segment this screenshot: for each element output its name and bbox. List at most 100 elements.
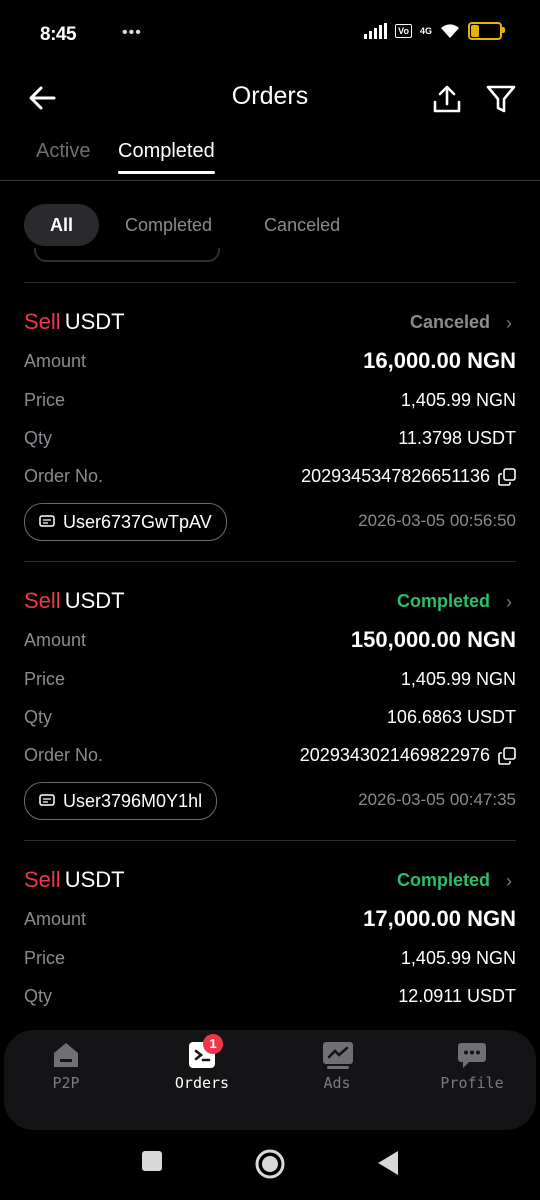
back-arrow-icon bbox=[29, 86, 56, 110]
counterparty-chat-button[interactable]: User6737GwTpAV bbox=[24, 503, 227, 541]
order-card[interactable]: Sell USDT Completed › Amount 17,000.00 NG… bbox=[24, 840, 516, 1028]
battery-level: 26 bbox=[479, 25, 491, 37]
price-label: Price bbox=[24, 669, 66, 689]
status-time: 8:45 bbox=[40, 24, 77, 45]
order-side: Sell bbox=[24, 588, 61, 613]
amount-label: Amount bbox=[24, 630, 87, 650]
system-navigation-bar bbox=[0, 1130, 540, 1200]
message-icon bbox=[39, 794, 55, 806]
order-no-value: 2029345347826651136 bbox=[301, 466, 490, 486]
copy-icon[interactable] bbox=[498, 746, 516, 765]
recents-button[interactable] bbox=[141, 1150, 163, 1177]
price-row: Price 1,405.99 NGN bbox=[24, 948, 516, 974]
price-label: Price bbox=[24, 948, 66, 968]
amount-row: Amount 16,000.00 NGN bbox=[24, 348, 516, 377]
status-filter: All Completed Canceled bbox=[24, 204, 340, 246]
qty-value: 12.0911 USDT bbox=[398, 986, 516, 1006]
counterparty-name: User3796M0Y1hl bbox=[63, 790, 203, 811]
price-value: 1,405.99 NGN bbox=[400, 948, 516, 968]
notification-dots: ••• bbox=[122, 24, 142, 41]
previous-card-edge bbox=[34, 248, 220, 262]
order-tabs: Active Completed bbox=[0, 130, 540, 181]
amount-label: Amount bbox=[24, 351, 87, 371]
wifi-icon bbox=[441, 24, 459, 38]
signal-icon bbox=[364, 23, 388, 39]
filter-all[interactable]: All bbox=[24, 204, 100, 246]
order-card[interactable]: Sell USDT Canceled › Amount 16,000.00 NGN… bbox=[24, 282, 516, 561]
order-header: Sell USDT Canceled › bbox=[24, 309, 516, 339]
nav-profile[interactable]: Profile bbox=[412, 1040, 532, 1092]
order-asset: USDT bbox=[64, 867, 125, 892]
nav-profile-label: Profile bbox=[440, 1074, 504, 1092]
amount-value: 150,000.00 NGN bbox=[350, 627, 516, 652]
amount-value: 16,000.00 NGN bbox=[363, 348, 516, 373]
home-icon bbox=[51, 1040, 81, 1070]
triangle-back-icon bbox=[378, 1151, 398, 1175]
tab-completed-label: Completed bbox=[118, 140, 215, 162]
upload-icon bbox=[433, 85, 461, 113]
counterparty-chat-button[interactable]: User3796M0Y1hl bbox=[24, 782, 218, 820]
circle-icon bbox=[255, 1149, 285, 1179]
nav-p2p[interactable]: P2P bbox=[6, 1040, 126, 1092]
price-row: Price 1,405.99 NGN bbox=[24, 669, 516, 695]
chevron-right-icon: › bbox=[506, 871, 512, 891]
order-header: Sell USDT Completed › bbox=[24, 867, 516, 897]
order-time: 2026-03-05 00:56:50 bbox=[358, 511, 516, 530]
chat-bubble-icon bbox=[457, 1040, 487, 1070]
nav-ads[interactable]: Ads bbox=[277, 1040, 397, 1092]
order-card[interactable]: Sell USDT Completed › Amount 150,000.00 N… bbox=[24, 561, 516, 840]
orders-list[interactable]: Sell USDT Canceled › Amount 16,000.00 NGN… bbox=[24, 282, 516, 1028]
status-bar: 8:45 ••• Vo 4G 26 bbox=[0, 0, 540, 66]
order-side: Sell bbox=[24, 309, 61, 334]
tab-underline bbox=[118, 171, 215, 174]
filter-icon bbox=[486, 85, 516, 113]
back-button[interactable] bbox=[26, 82, 58, 114]
orders-icon: 1 bbox=[187, 1034, 223, 1070]
message-icon bbox=[39, 515, 55, 527]
volte-icon: Vo bbox=[395, 24, 412, 38]
qty-value: 11.3798 USDT bbox=[398, 428, 516, 448]
filter-canceled[interactable]: Canceled bbox=[264, 215, 340, 236]
filter-completed[interactable]: Completed bbox=[125, 215, 212, 236]
copy-icon[interactable] bbox=[498, 467, 516, 486]
order-status: Canceled bbox=[409, 312, 490, 332]
filter-button[interactable] bbox=[484, 82, 518, 116]
order-status: Completed bbox=[396, 870, 490, 890]
price-value: 1,405.99 NGN bbox=[400, 390, 516, 410]
qty-row: Qty 11.3798 USDT bbox=[24, 428, 516, 454]
order-no-row: Order No. 2029345347826651136 bbox=[24, 466, 516, 492]
system-back-button[interactable] bbox=[376, 1149, 400, 1182]
nav-p2p-label: P2P bbox=[52, 1074, 80, 1092]
battery-icon: 26 bbox=[468, 22, 505, 40]
order-no: 2029343021469822976 bbox=[300, 745, 516, 766]
nav-orders[interactable]: 1 Orders bbox=[142, 1034, 262, 1092]
ads-chart-icon bbox=[322, 1040, 353, 1070]
order-no-label: Order No. bbox=[24, 745, 104, 765]
qty-row: Qty 12.0911 USDT bbox=[24, 986, 516, 1012]
home-button[interactable] bbox=[254, 1148, 286, 1185]
network-type: 4G bbox=[419, 25, 432, 36]
status-icons: Vo 4G 26 bbox=[364, 22, 505, 40]
amount-value: 17,000.00 NGN bbox=[363, 906, 516, 931]
order-status: Completed bbox=[396, 591, 490, 611]
price-value: 1,405.99 NGN bbox=[400, 669, 516, 689]
bottom-navigation: P2P 1 Orders Ads Profile bbox=[4, 1030, 536, 1130]
tab-completed[interactable]: Completed bbox=[118, 140, 215, 174]
app-header: Orders bbox=[0, 66, 540, 130]
qty-label: Qty bbox=[24, 707, 53, 727]
qty-row: Qty 106.6863 USDT bbox=[24, 707, 516, 733]
order-time: 2026-03-05 00:47:35 bbox=[358, 790, 516, 809]
order-no-label: Order No. bbox=[24, 466, 104, 486]
price-row: Price 1,405.99 NGN bbox=[24, 390, 516, 416]
amount-label: Amount bbox=[24, 909, 87, 929]
export-button[interactable] bbox=[430, 82, 464, 116]
amount-row: Amount 150,000.00 NGN bbox=[24, 627, 516, 656]
orders-badge: 1 bbox=[203, 1034, 223, 1054]
qty-label: Qty bbox=[24, 986, 53, 1006]
nav-orders-label: Orders bbox=[174, 1074, 230, 1092]
price-label: Price bbox=[24, 390, 66, 410]
tab-active[interactable]: Active bbox=[36, 140, 90, 163]
chevron-right-icon: › bbox=[506, 313, 512, 333]
qty-label: Qty bbox=[24, 428, 53, 448]
chevron-right-icon: › bbox=[506, 592, 512, 612]
